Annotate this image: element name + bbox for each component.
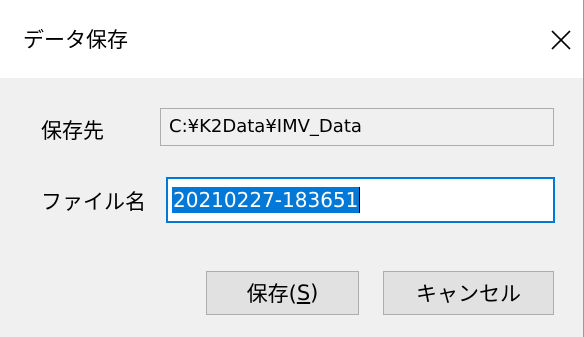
save-button[interactable]: 保存(S): [206, 271, 359, 315]
text-caret: [359, 187, 361, 213]
title-bar[interactable]: データ保存: [0, 0, 583, 78]
filename-label: ファイル名: [41, 190, 146, 214]
close-icon: [551, 30, 571, 50]
save-path-value: C:¥K2Data¥IMV_Data: [169, 116, 362, 137]
save-data-dialog: データ保存 保存先 C:¥K2Data¥IMV_Data ファイル名 20210…: [0, 0, 584, 337]
save-path-field: C:¥K2Data¥IMV_Data: [160, 108, 554, 146]
window-title: データ保存: [23, 28, 128, 52]
save-button-mnemonic: S: [296, 281, 311, 305]
dialog-body: 保存先 C:¥K2Data¥IMV_Data ファイル名 20210227-18…: [0, 78, 583, 337]
filename-selected-text[interactable]: 20210227-183651: [172, 187, 360, 213]
cancel-button[interactable]: キャンセル: [383, 271, 554, 315]
filename-input[interactable]: 20210227-183651: [166, 177, 555, 223]
save-button-label-prefix: 保存(: [246, 282, 297, 306]
save-button-label-suffix: ): [310, 281, 319, 305]
cancel-button-label: キャンセル: [416, 282, 521, 306]
close-button[interactable]: [538, 18, 584, 62]
save-path-label: 保存先: [41, 119, 104, 143]
